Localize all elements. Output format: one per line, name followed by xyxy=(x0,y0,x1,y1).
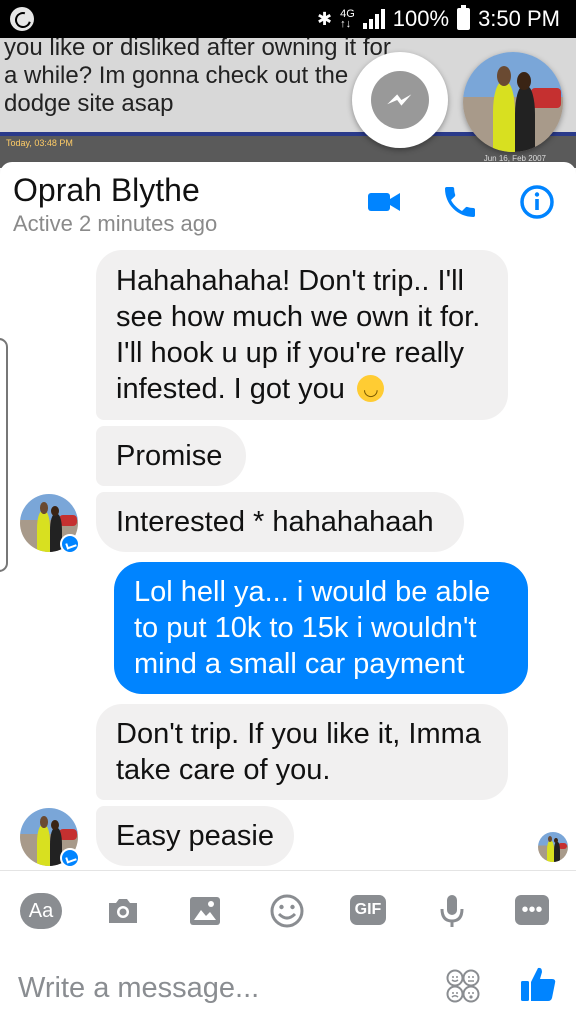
status-icons: ✱ 4G ↑↓ 100% 3:50 PM xyxy=(317,5,560,32)
background-message-text: you like or disliked after owning it for… xyxy=(4,38,391,117)
thumbs-up-icon xyxy=(521,967,556,1001)
incoming-message[interactable]: Promise xyxy=(96,426,246,486)
camera-button[interactable] xyxy=(103,891,143,931)
battery-percent: 100% xyxy=(392,6,450,31)
bluetooth-icon: ✱ xyxy=(317,8,333,29)
text-style-button[interactable]: Aa xyxy=(20,893,62,929)
sticker-faces-icon xyxy=(446,969,480,1003)
incoming-message[interactable]: Hahahahaha! Don't trip.. I'll see how mu… xyxy=(96,250,508,420)
incoming-message[interactable]: Easy peasie xyxy=(96,806,294,866)
info-icon xyxy=(520,185,554,219)
composer-toolbar: Aa GIF ••• xyxy=(0,870,576,950)
voice-call-button[interactable] xyxy=(440,182,480,222)
signal-strength-icon xyxy=(362,9,385,29)
gif-button[interactable]: GIF xyxy=(350,895,386,925)
incoming-message[interactable]: Don't trip. If you like it, Imma take ca… xyxy=(96,704,508,800)
incoming-message[interactable]: Interested * hahahahaah xyxy=(96,492,464,552)
messenger-bolt-icon xyxy=(371,71,429,129)
network-type-icon: 4G ↑↓ xyxy=(340,8,355,30)
video-camera-icon xyxy=(368,193,400,211)
battery-icon xyxy=(457,5,471,30)
message-text: Easy peasie xyxy=(116,820,274,852)
compose-bar xyxy=(0,950,576,1024)
ellipsis-icon: ••• xyxy=(521,899,543,921)
messenger-badge-icon xyxy=(60,848,80,868)
status-bar: ✱ 4G ↑↓ 100% 3:50 PM xyxy=(0,0,576,38)
phone-icon xyxy=(445,187,475,217)
message-input[interactable] xyxy=(18,968,418,1008)
background-timestamp: Today, 03:48 PM xyxy=(6,138,73,148)
contact-name[interactable]: Oprah Blythe xyxy=(13,172,200,209)
messenger-badge-icon xyxy=(60,534,80,554)
image-icon xyxy=(190,897,220,925)
smiley-emoji-icon xyxy=(357,371,384,407)
message-text: Don't trip. If you like it, Imma take ca… xyxy=(116,718,481,786)
message-text: Interested * hahahahaah xyxy=(116,506,434,538)
clock: 3:50 PM xyxy=(478,6,560,31)
contact-chat-head[interactable] xyxy=(463,52,563,152)
app-notification-icon xyxy=(10,7,34,31)
info-button[interactable] xyxy=(517,182,557,222)
emoji-button[interactable] xyxy=(267,891,307,931)
message-text: Promise xyxy=(116,440,223,472)
smiley-icon xyxy=(270,894,304,928)
voice-message-button[interactable] xyxy=(432,891,472,931)
sender-avatar[interactable] xyxy=(20,494,80,554)
contact-avatar-photo xyxy=(463,52,563,152)
active-status: Active 2 minutes ago xyxy=(13,211,218,236)
camera-icon xyxy=(109,899,137,923)
like-button[interactable] xyxy=(518,964,558,1004)
messenger-chat-head[interactable] xyxy=(352,52,448,148)
sender-avatar[interactable] xyxy=(20,808,80,868)
seen-receipt-avatar xyxy=(538,832,568,862)
message-text: Hahahahaha! Don't trip.. I'll see how mu… xyxy=(116,265,481,405)
gallery-button[interactable] xyxy=(185,891,225,931)
microphone-icon xyxy=(440,895,464,927)
sticker-button[interactable] xyxy=(445,968,481,1004)
message-text: Lol hell ya... i would be able to put 10… xyxy=(134,576,491,680)
outgoing-message[interactable]: Lol hell ya... i would be able to put 10… xyxy=(114,562,528,694)
background-window-edge xyxy=(0,338,8,572)
message-list[interactable]: Hahahahaha! Don't trip.. I'll see how mu… xyxy=(0,242,576,870)
chat-header: Oprah Blythe Active 2 minutes ago xyxy=(0,162,576,242)
more-options-button[interactable]: ••• xyxy=(515,895,549,925)
video-call-button[interactable] xyxy=(364,182,404,222)
